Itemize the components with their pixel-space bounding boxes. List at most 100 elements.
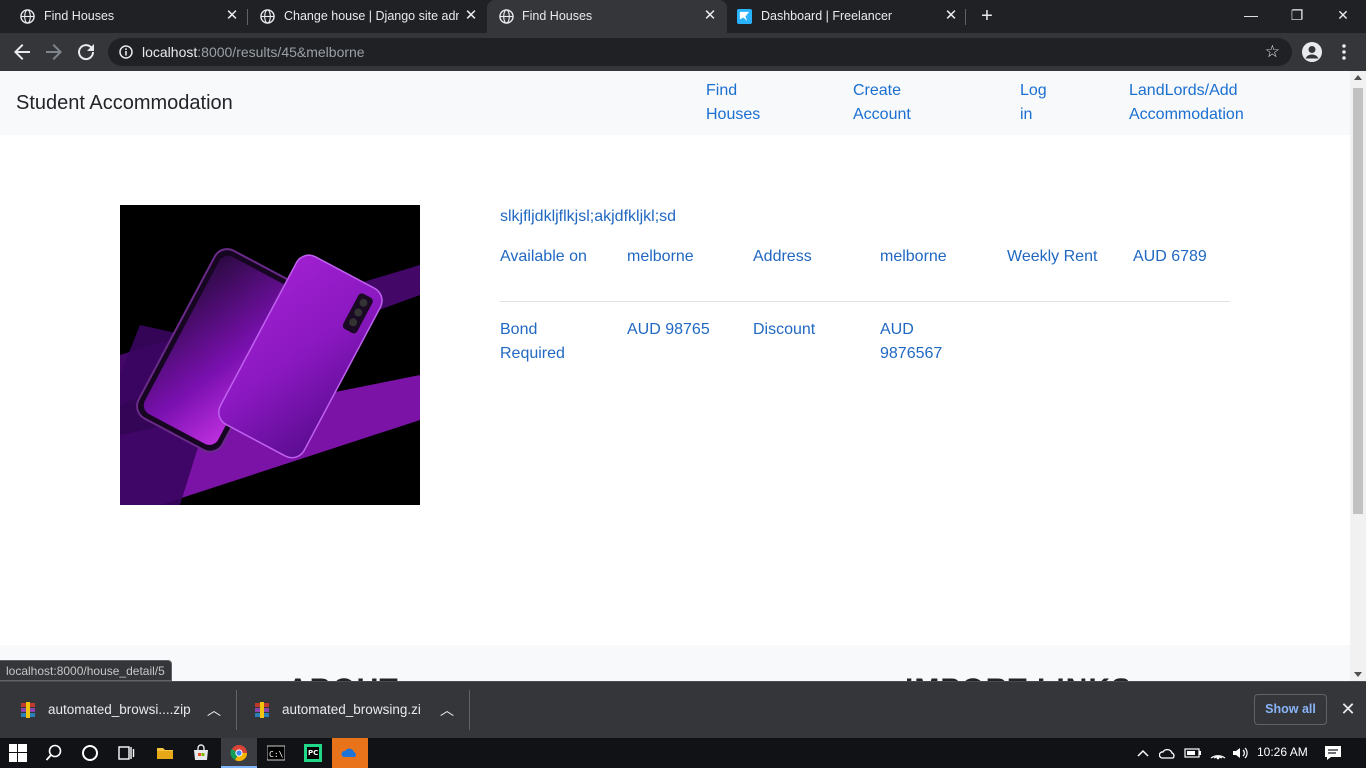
available-label: Available on [500,248,587,265]
search-icon [45,744,62,761]
tab-django-admin[interactable]: Change house | Django site adm ✕ [240,0,486,33]
browser-toolbar: localhost:8000/results/45&melborne ☆ [0,33,1366,71]
tab-close-icon[interactable]: ✕ [944,8,958,24]
details-divider [500,301,1230,302]
tab-close-icon[interactable]: ✕ [225,8,239,24]
pycharm-taskbar[interactable]: PC [295,738,331,768]
tab-find-houses-1[interactable]: Find Houses ✕ [0,0,246,33]
back-arrow-icon [14,44,30,60]
nav-link-create-account[interactable]: Create Account [853,79,911,127]
address-bar[interactable]: localhost:8000/results/45&melborne ☆ [108,38,1292,66]
bookmark-star-icon[interactable]: ☆ [1265,42,1280,62]
close-window-button[interactable]: ✕ [1320,0,1366,30]
back-button[interactable] [10,40,34,64]
restore-window-button[interactable]: ❐ [1274,0,1320,30]
chevron-up-icon [1137,749,1149,757]
bond-label: Bond Required [500,318,565,366]
tab-close-icon[interactable]: ✕ [464,8,478,24]
weekly-rent-label: Weekly Rent [1007,248,1098,265]
nav-link-text: Create [853,82,902,99]
wifi-icon [1210,755,1226,760]
store-taskbar[interactable] [183,738,219,768]
link-status-bubble: localhost:8000/house_detail/5 [0,660,172,681]
page-viewport: Student Accommodation Find Houses Create A… [0,71,1350,681]
chrome-menu-button[interactable] [1332,40,1356,64]
winrar-archive-icon [255,702,269,718]
nav-link-text: in [1020,106,1033,123]
reload-icon [78,44,95,61]
globe-icon [20,9,35,24]
cmd-taskbar[interactable]: C:\ [258,738,294,768]
battery-tray[interactable] [1181,738,1205,768]
volume-tray[interactable] [1229,738,1253,768]
tab-freelancer-dashboard[interactable]: Dashboard | Freelancer ✕ [727,0,967,33]
download-item[interactable]: automated_browsing.zi ︿ [234,682,470,738]
chevron-up-icon[interactable]: ︿ [440,700,454,720]
url-path: :8000/results/45&melborne [197,44,365,60]
download-item[interactable]: automated_browsi....zip ︿ [0,682,236,738]
bond-value: AUD 98765 [627,321,710,338]
start-button[interactable] [0,738,36,768]
footer-links-heading: IMPORT LINKS [905,673,1132,681]
file-explorer-taskbar[interactable] [147,738,183,768]
forward-button[interactable] [42,40,66,64]
tab-close-icon[interactable]: ✕ [703,8,717,24]
taskbar-clock[interactable]: 10:26 AM [1257,745,1308,759]
cloud-app-icon [341,748,356,757]
url-host: localhost [142,44,198,60]
tab-title: Change house | Django site adm [284,9,459,23]
app-taskbar-orange[interactable] [332,738,368,768]
discount-value: AUD 9876567 [880,318,942,366]
show-hidden-icons[interactable] [1132,738,1154,768]
windows-logo-icon [9,744,27,762]
tab-title: Find Houses [44,9,115,23]
close-download-shelf-icon[interactable]: ✕ [1339,699,1357,719]
site-footer: ABOUT IMPORT LINKS [0,645,1350,681]
house-image[interactable] [120,205,420,505]
available-value: melborne [627,248,694,265]
url-text: localhost:8000/results/45&melborne [142,44,365,60]
search-button[interactable] [36,738,72,768]
scroll-down-icon[interactable] [1354,672,1362,677]
nav-link-log-in[interactable]: Log in [1020,79,1047,127]
cortana-button[interactable] [72,738,108,768]
nav-link-text: Account [853,106,911,123]
task-view-button[interactable] [108,738,144,768]
page-scrollbar[interactable] [1350,71,1366,681]
nav-link-text: Log [1020,82,1047,99]
nav-link-text: Houses [706,106,761,123]
chevron-up-icon[interactable]: ︿ [207,700,221,720]
show-all-downloads-button[interactable]: Show all [1254,694,1327,725]
forward-arrow-icon [46,44,62,60]
nav-link-text: LandLords/Add [1129,82,1238,99]
bond-label-line: Required [500,345,565,362]
speaker-icon [1233,747,1248,759]
discount-value-line: AUD [880,321,914,338]
scroll-up-icon[interactable] [1354,75,1362,80]
site-brand[interactable]: Student Accommodation [16,92,233,115]
info-icon[interactable] [119,45,133,59]
nav-link-find-houses[interactable]: Find Houses [706,79,760,127]
nav-link-landlords-add[interactable]: LandLords/Add Accommodation [1129,79,1244,127]
wifi-tray[interactable] [1206,738,1230,768]
globe-icon [260,9,275,24]
profile-icon [1302,42,1322,62]
minimize-window-button[interactable]: — [1228,0,1274,30]
weekly-rent-value: AUD 6789 [1133,248,1207,265]
chrome-taskbar[interactable] [221,738,257,768]
svg-text:C:\: C:\ [269,750,284,759]
winrar-archive-icon [21,702,35,718]
tab-separator [965,9,966,25]
reload-button[interactable] [74,40,98,64]
tab-find-houses-active[interactable]: Find Houses ✕ [487,0,727,33]
windows-taskbar: C:\ PC 10:26 AM [0,738,1366,768]
profile-button[interactable] [1300,40,1324,64]
new-tab-button[interactable]: + [977,6,997,26]
scrollbar-thumb[interactable] [1353,88,1363,514]
onedrive-tray[interactable] [1156,738,1180,768]
browser-tab-strip: Find Houses ✕ Change house | Django site… [0,0,1366,33]
listing-title[interactable]: slkjfljdkljflkjsl;akjdfkljkl;sd [500,205,676,229]
action-center-button[interactable] [1318,738,1348,768]
notification-icon [1325,746,1341,760]
footer-about-heading: ABOUT [287,673,399,681]
